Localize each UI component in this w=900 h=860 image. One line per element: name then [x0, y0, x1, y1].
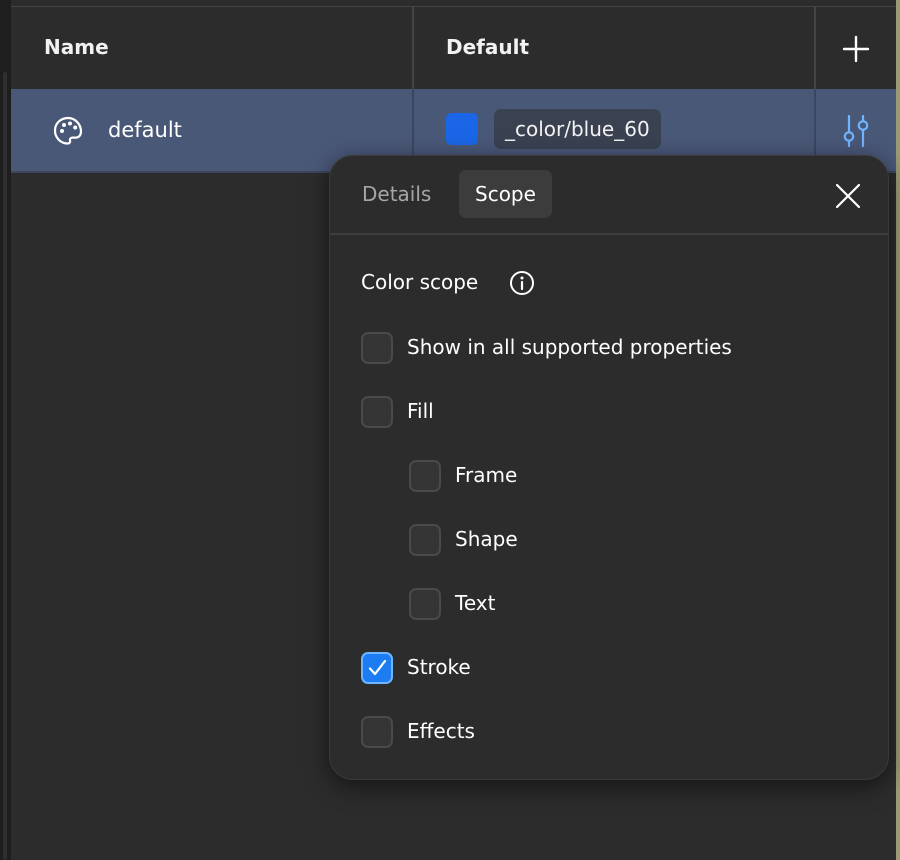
palette-icon	[53, 116, 83, 145]
column-header-name[interactable]: Name	[44, 35, 109, 59]
tab-scope[interactable]: Scope	[459, 170, 552, 218]
variable-scope-popover: Details Scope Color scope Show in all su…	[329, 155, 889, 780]
option-label: Effects	[407, 719, 475, 743]
right-panel-edge	[896, 0, 900, 860]
divider	[330, 233, 888, 235]
add-mode-button[interactable]	[836, 29, 876, 69]
option-label: Text	[455, 591, 496, 615]
left-panel-edge	[0, 0, 11, 860]
tab-details[interactable]: Details	[344, 170, 449, 218]
option-label: Shape	[455, 527, 518, 551]
color-swatch[interactable]	[446, 113, 478, 145]
checkbox[interactable]	[409, 524, 441, 556]
variable-name[interactable]: default	[108, 118, 182, 142]
alias-pill[interactable]: _color/blue_60	[494, 109, 661, 149]
checkbox[interactable]	[361, 332, 393, 364]
left-scrollbar[interactable]	[3, 72, 7, 860]
option-label: Frame	[455, 463, 518, 487]
checkmark-icon	[368, 659, 387, 676]
table-header: Name Default	[11, 6, 896, 90]
column-header-default[interactable]: Default	[446, 35, 529, 59]
option-label: Stroke	[407, 655, 471, 679]
close-button[interactable]	[828, 176, 868, 216]
checkbox-checked[interactable]	[361, 652, 393, 684]
close-icon	[835, 183, 861, 209]
info-icon[interactable]	[509, 270, 535, 296]
column-divider[interactable]	[814, 7, 816, 89]
option-label: Show in all supported properties	[407, 335, 732, 359]
plus-icon	[842, 35, 870, 63]
column-divider[interactable]	[412, 7, 414, 89]
checkbox[interactable]	[409, 588, 441, 620]
option-label: Fill	[407, 399, 434, 423]
section-title: Color scope	[361, 270, 479, 294]
sliders-icon[interactable]	[838, 113, 874, 149]
checkbox[interactable]	[361, 396, 393, 428]
checkbox[interactable]	[361, 716, 393, 748]
checkbox[interactable]	[409, 460, 441, 492]
